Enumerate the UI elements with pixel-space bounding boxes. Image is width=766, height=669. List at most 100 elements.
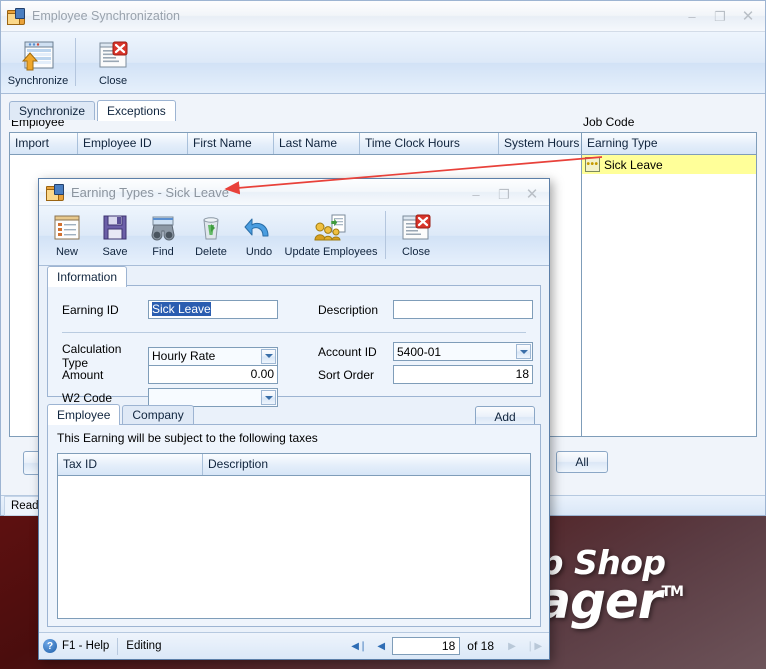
amount-label: Amount: [62, 367, 104, 382]
update-employees-button[interactable]: Update Employees: [283, 209, 379, 265]
job-code-panel: Job Code Earning Type ••• Sick Leave: [581, 115, 757, 437]
dialog-title: Earning Types - Sick Leave: [71, 184, 230, 200]
earning-id-input[interactable]: Sick Leave: [148, 300, 278, 319]
nav-first-button[interactable]: ◀❘: [348, 637, 370, 656]
dialog-window-controls: – ❐ ✕: [463, 179, 545, 209]
tax-section: Employee Company Add This Earning will b…: [47, 404, 541, 627]
earning-types-dialog: Earning Types - Sick Leave – ❐ ✕ New Sav…: [38, 178, 550, 660]
recycle-bin-icon: [203, 217, 219, 240]
status-separator: [117, 637, 119, 655]
minimize-icon[interactable]: –: [463, 184, 489, 204]
close-icon[interactable]: ✕: [735, 6, 761, 26]
update-employees-icon: [314, 214, 346, 241]
tax-tab-panel: This Earning will be subject to the foll…: [47, 424, 541, 627]
dialog-body: Information Earning ID Sick Leave Descri…: [39, 266, 549, 631]
tax-grid-header: Tax ID Description: [58, 454, 530, 476]
employee-grid-header: Import Employee ID First Name Last Name …: [10, 133, 583, 155]
column-earning-type[interactable]: Earning Type: [582, 133, 756, 154]
undo-button[interactable]: Undo: [235, 209, 283, 265]
help-icon[interactable]: ?: [43, 639, 57, 653]
column-employee-id[interactable]: Employee ID: [78, 133, 188, 154]
calculation-type-value: Hourly Rate: [152, 349, 216, 363]
trademark-symbol: TM: [661, 584, 684, 601]
new-document-icon: [54, 215, 80, 240]
new-button-label: New: [55, 246, 78, 258]
synchronize-grid-icon: [21, 41, 54, 71]
column-tax-id[interactable]: Tax ID: [58, 454, 203, 475]
column-system-hours[interactable]: System Hours: [499, 133, 583, 154]
maximize-icon[interactable]: ❐: [491, 184, 517, 204]
close-window-icon: [99, 41, 128, 68]
floppy-disk-icon: [103, 215, 127, 240]
dialog-toolbar-separator: [385, 211, 386, 259]
chevron-down-icon[interactable]: [516, 344, 531, 359]
dialog-statusbar: ? F1 - Help Editing ◀❘ ◀ 18 of 18 ▶ ❘▶: [39, 632, 549, 659]
save-button-label: Save: [102, 246, 128, 258]
maximize-icon[interactable]: ❐: [707, 6, 733, 26]
tab-synchronize[interactable]: Synchronize: [9, 101, 96, 120]
main-tabstrip: Synchronize Exceptions: [9, 100, 765, 121]
new-button[interactable]: New: [43, 209, 91, 265]
record-number-input[interactable]: 18: [392, 637, 461, 655]
all-button[interactable]: All: [556, 451, 608, 473]
dialog-close-button-label: Close: [401, 246, 431, 258]
information-panel: Earning ID Sick Leave Description Calcul…: [47, 285, 541, 407]
folder-app-icon: [46, 184, 64, 201]
column-description[interactable]: Description: [203, 454, 514, 475]
tab-information[interactable]: Information: [47, 266, 128, 287]
calculation-type-dropdown[interactable]: Hourly Rate: [148, 346, 278, 366]
description-label: Description: [318, 302, 379, 317]
dialog-titlebar[interactable]: Earning Types - Sick Leave – ❐ ✕: [39, 179, 549, 206]
job-code-grid[interactable]: Earning Type ••• Sick Leave: [581, 132, 757, 437]
close-button[interactable]: Close: [82, 36, 144, 92]
job-code-row-label: Sick Leave: [604, 157, 663, 172]
ellipsis-icon[interactable]: •••: [585, 157, 600, 172]
dialog-tabstrip: Information: [47, 266, 549, 287]
account-id-label: Account ID: [318, 344, 377, 359]
edit-mode-text: Editing: [126, 640, 162, 652]
find-button[interactable]: Find: [139, 209, 187, 265]
column-time-clock-hours[interactable]: Time Clock Hours: [360, 133, 499, 154]
update-employees-button-label: Update Employees: [284, 246, 378, 258]
minimize-icon[interactable]: –: [679, 6, 705, 26]
w2-code-label: W2 Code: [62, 390, 113, 405]
record-of-label: of 18: [467, 639, 494, 653]
account-id-dropdown[interactable]: 5400-01: [393, 342, 533, 361]
tax-note: This Earning will be subject to the foll…: [57, 431, 318, 445]
record-total: 18: [480, 639, 494, 653]
tab-company[interactable]: Company: [122, 405, 194, 424]
undo-button-label: Undo: [245, 246, 273, 258]
delete-button-label: Delete: [195, 246, 227, 258]
column-last-name[interactable]: Last Name: [274, 133, 360, 154]
close-button-label: Close: [98, 75, 128, 87]
column-first-name[interactable]: First Name: [188, 133, 274, 154]
nav-last-button[interactable]: ❘▶: [523, 637, 545, 656]
close-icon[interactable]: ✕: [519, 184, 545, 204]
find-button-label: Find: [152, 246, 174, 258]
tax-tabstrip: Employee Company: [47, 404, 541, 425]
nav-prev-button[interactable]: ◀: [370, 637, 392, 656]
chevron-down-icon[interactable]: [261, 390, 276, 405]
sort-order-label: Sort Order: [318, 367, 375, 382]
delete-button[interactable]: Delete: [187, 209, 235, 265]
description-input[interactable]: [393, 300, 533, 319]
synchronize-button[interactable]: Synchronize: [7, 36, 69, 92]
tab-employee[interactable]: Employee: [47, 404, 121, 425]
main-window-titlebar[interactable]: Employee Synchronization – ❐ ✕: [1, 1, 765, 32]
table-row[interactable]: ••• Sick Leave: [582, 155, 756, 174]
account-id-value: 5400-01: [397, 344, 442, 359]
chevron-down-icon[interactable]: [261, 348, 276, 364]
column-import[interactable]: Import: [10, 133, 78, 154]
help-text[interactable]: F1 - Help: [62, 640, 109, 652]
sort-order-input[interactable]: 18: [393, 365, 533, 384]
nav-next-button[interactable]: ▶: [501, 637, 523, 656]
dialog-close-button[interactable]: Close: [392, 209, 440, 265]
toolbar-separator: [75, 38, 76, 86]
amount-input[interactable]: 0.00: [148, 365, 278, 384]
main-toolbar: Synchronize Close: [1, 32, 765, 94]
tab-exceptions[interactable]: Exceptions: [97, 100, 176, 121]
save-button[interactable]: Save: [91, 209, 139, 265]
earning-id-label: Earning ID: [62, 302, 119, 317]
tax-grid[interactable]: Tax ID Description: [57, 453, 531, 619]
earning-id-value: Sick Leave: [152, 302, 211, 316]
